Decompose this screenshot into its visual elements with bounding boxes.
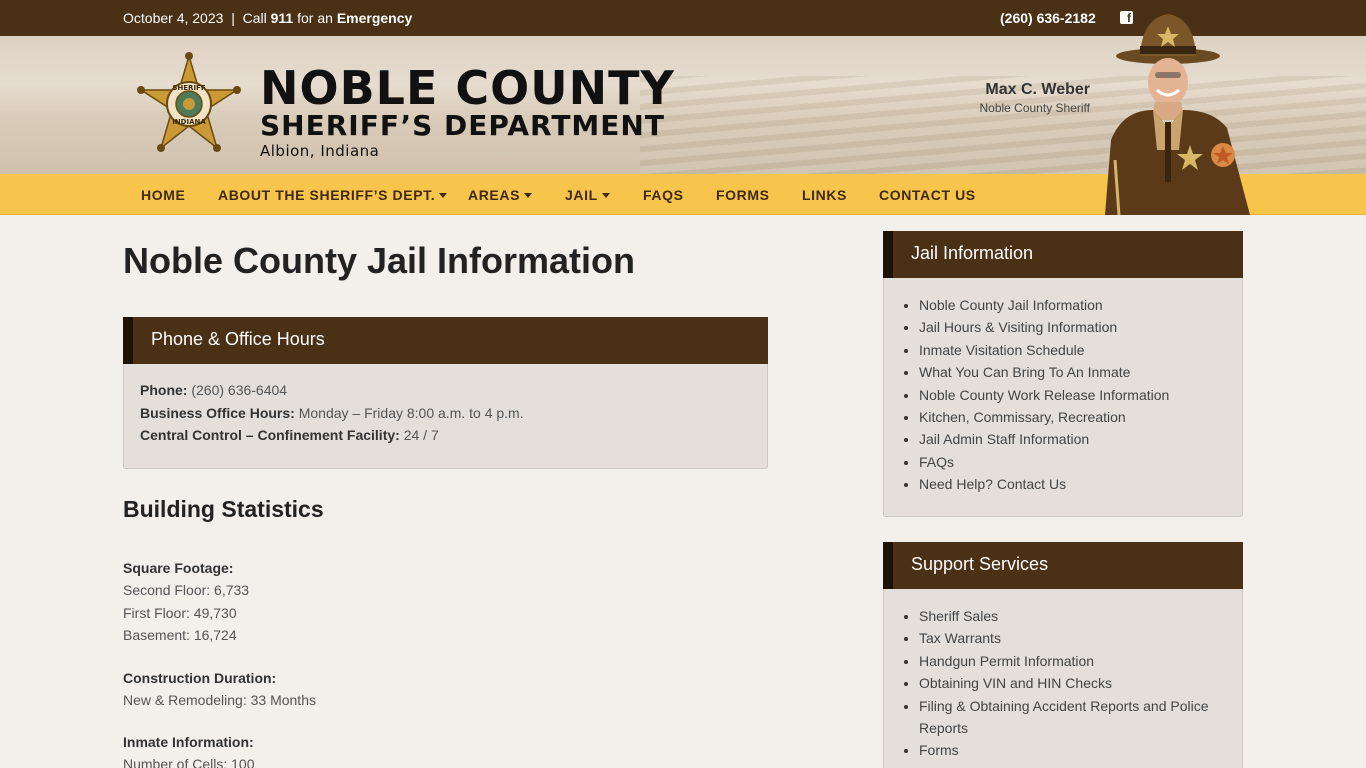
- panel-heading: Phone & Office Hours: [123, 317, 768, 364]
- current-date: October 4, 2023: [123, 10, 224, 26]
- badge-top-text: SHERIFF: [172, 84, 205, 92]
- construction-block: Construction Duration: New & Remodeling:…: [123, 670, 316, 709]
- caret-down-icon: [601, 193, 610, 198]
- list-item[interactable]: Handgun Permit Information: [919, 650, 1222, 672]
- phone-hours-panel: Phone & Office Hours Phone: (260) 636-64…: [123, 317, 768, 469]
- list-item[interactable]: Kitchen, Commissary, Recreation: [919, 406, 1222, 428]
- title-line-1: NOBLE COUNTY: [260, 61, 675, 115]
- sheriff-portrait: [1105, 14, 1250, 215]
- location-subtitle: Albion, Indiana: [260, 142, 380, 160]
- list-item[interactable]: Filing & Obtaining Accident Reports and …: [919, 695, 1222, 740]
- widget-body: Noble County Jail Information Jail Hours…: [883, 278, 1243, 517]
- panel-body: Phone: (260) 636-6404 Business Office Ho…: [123, 364, 768, 469]
- site-title[interactable]: NOBLE COUNTY SHERIFF’S DEPARTMENT Albion…: [260, 64, 675, 160]
- caret-down-icon: [439, 193, 448, 198]
- list-item[interactable]: Noble County Jail Information: [919, 294, 1222, 316]
- widget-heading: Support Services: [883, 542, 1243, 589]
- list-item[interactable]: Tax Warrants: [919, 627, 1222, 649]
- sheriff-caption: Max C. Weber Noble County Sheriff: [960, 81, 1090, 115]
- list-item[interactable]: FAQs: [919, 451, 1222, 473]
- list-item[interactable]: Sheriff Sales: [919, 605, 1222, 627]
- list-item[interactable]: Inmate Visitation Schedule: [919, 339, 1222, 361]
- nav-home[interactable]: HOME: [141, 187, 185, 203]
- office-hours-line: Business Office Hours: Monday – Friday 8…: [140, 404, 524, 421]
- badge-bottom-text: INDIANA: [172, 118, 206, 126]
- nav-contact-us[interactable]: CONTACT US: [879, 187, 976, 203]
- sheriff-title: Noble County Sheriff: [979, 101, 1090, 115]
- inmate-info-block: Inmate Information: Number of Cells: 100: [123, 734, 255, 768]
- nav-faqs[interactable]: FAQS: [643, 187, 684, 203]
- widget-heading: Jail Information: [883, 231, 1243, 278]
- support-services-list: Sheriff Sales Tax Warrants Handgun Permi…: [884, 589, 1242, 768]
- jail-info-widget: Jail Information Noble County Jail Infor…: [883, 231, 1243, 517]
- sheriff-star-badge-logo[interactable]: SHERIFF INDIANA: [133, 52, 245, 160]
- list-item[interactable]: Noble County Work Release Information: [919, 384, 1222, 406]
- list-item[interactable]: What You Can Bring To An Inmate: [919, 361, 1222, 383]
- control-line: Central Control – Confinement Facility: …: [140, 427, 439, 443]
- nav-links[interactable]: LINKS: [802, 187, 847, 203]
- nav-areas[interactable]: AREAS: [468, 187, 533, 203]
- nav-jail[interactable]: JAIL: [565, 187, 610, 203]
- header-phone[interactable]: (260) 636-2182: [1000, 10, 1096, 26]
- emergency-notice: October 4, 2023 | Call 911 for an Emerge…: [123, 10, 413, 26]
- caret-down-icon: [524, 193, 533, 198]
- jail-info-list: Noble County Jail Information Jail Hours…: [884, 278, 1242, 516]
- square-footage-block: Square Footage: Second Floor: 6,733 Firs…: [123, 560, 250, 643]
- jail-phone[interactable]: (260) 636-6404: [191, 382, 287, 398]
- nav-about[interactable]: ABOUT THE SHERIFF’S DEPT.: [218, 187, 448, 203]
- list-item[interactable]: Obtaining VIN and HIN Checks: [919, 672, 1222, 694]
- list-item[interactable]: Jail Hours & Visiting Information: [919, 316, 1222, 338]
- page-title: Noble County Jail Information: [123, 240, 636, 281]
- building-statistics-heading: Building Statistics: [123, 496, 324, 522]
- nav-forms[interactable]: FORMS: [716, 187, 770, 203]
- support-services-widget: Support Services Sheriff Sales Tax Warra…: [883, 542, 1243, 768]
- list-item[interactable]: Jail Admin Staff Information: [919, 428, 1222, 450]
- list-item[interactable]: Need Help? Contact Us: [919, 473, 1222, 495]
- list-item[interactable]: Forms: [919, 739, 1222, 761]
- title-line-2: SHERIFF’S DEPARTMENT: [260, 109, 665, 142]
- sheriff-name: Max C. Weber: [985, 81, 1090, 98]
- emergency-number: 911: [270, 10, 294, 26]
- phone-line: Phone: (260) 636-6404: [140, 382, 288, 398]
- widget-body: Sheriff Sales Tax Warrants Handgun Permi…: [883, 589, 1243, 768]
